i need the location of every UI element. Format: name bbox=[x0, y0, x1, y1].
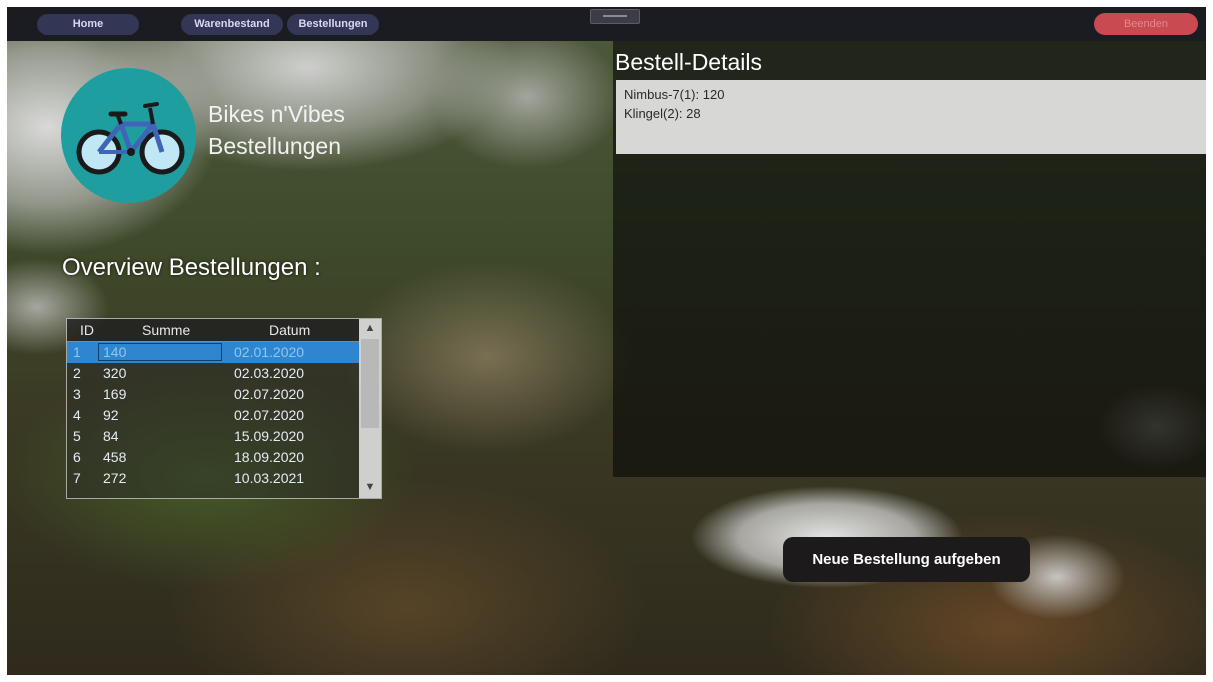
cell-id: 1 bbox=[73, 344, 81, 360]
details-list: Nimbus-7(1): 120 Klingel(2): 28 bbox=[616, 80, 1206, 154]
table-row[interactable]: 1 140 02.01.2020 bbox=[67, 342, 359, 363]
table-row[interactable]: 4 92 02.07.2020 bbox=[67, 405, 359, 426]
table-row[interactable]: 3 169 02.07.2020 bbox=[67, 384, 359, 405]
table-row[interactable]: 2 320 02.03.2020 bbox=[67, 363, 359, 384]
cell-datum: 18.09.2020 bbox=[234, 449, 305, 465]
scroll-up-icon[interactable]: ▲ bbox=[359, 319, 381, 337]
column-header-id[interactable]: ID bbox=[80, 322, 94, 338]
cell-summe: 84 bbox=[103, 428, 119, 444]
cell-id: 3 bbox=[73, 386, 81, 402]
cell-datum: 02.03.2020 bbox=[234, 365, 305, 381]
cell-id: 2 bbox=[73, 365, 81, 381]
column-header-datum[interactable]: Datum bbox=[269, 322, 310, 338]
cell-datum: 10.03.2021 bbox=[234, 470, 305, 486]
brand-subtitle: Bestellungen bbox=[208, 133, 341, 159]
details-title: Bestell-Details bbox=[615, 49, 762, 75]
table-header: ID Summe Datum bbox=[67, 319, 359, 342]
bestellungen-button[interactable]: Bestellungen bbox=[287, 14, 379, 35]
cell-datum: 02.07.2020 bbox=[234, 407, 305, 423]
bicycle-icon bbox=[61, 68, 196, 203]
table-row[interactable]: 7 272 10.03.2021 bbox=[67, 468, 359, 489]
cell-id: 4 bbox=[73, 407, 81, 423]
overview-heading: Overview Bestellungen : bbox=[62, 254, 321, 281]
table-scrollbar[interactable]: ▲ ▼ bbox=[359, 319, 381, 498]
cell-datum: 15.09.2020 bbox=[234, 428, 305, 444]
top-navigation-bar: Home Warenbestand Bestellungen Beenden bbox=[7, 7, 1206, 41]
table-body: 1 140 02.01.2020 2 320 02.03.2020 3 169 … bbox=[67, 342, 359, 498]
orders-table[interactable]: ID Summe Datum 1 140 02.01.2020 2 320 02… bbox=[66, 318, 382, 499]
home-button[interactable]: Home bbox=[37, 14, 139, 35]
scroll-down-icon[interactable]: ▼ bbox=[359, 478, 381, 496]
cell-datum: 02.07.2020 bbox=[234, 386, 305, 402]
brand-name: Bikes n'Vibes bbox=[208, 101, 345, 127]
new-order-button[interactable]: Neue Bestellung aufgeben bbox=[783, 537, 1030, 582]
scroll-thumb[interactable] bbox=[361, 339, 379, 428]
cell-summe: 458 bbox=[103, 449, 127, 465]
table-row[interactable]: 5 84 15.09.2020 bbox=[67, 426, 359, 447]
cell-summe: 320 bbox=[103, 365, 127, 381]
cell-summe: 92 bbox=[103, 407, 119, 423]
beenden-button[interactable]: Beenden bbox=[1094, 13, 1198, 35]
cell-summe: 140 bbox=[103, 344, 127, 360]
cell-datum: 02.01.2020 bbox=[234, 344, 305, 360]
cell-id: 7 bbox=[73, 470, 81, 486]
detail-item: Klingel(2): 28 bbox=[624, 106, 701, 121]
table-row[interactable]: 6 458 18.09.2020 bbox=[67, 447, 359, 468]
cell-id: 5 bbox=[73, 428, 81, 444]
detail-item: Nimbus-7(1): 120 bbox=[624, 87, 725, 102]
order-details-panel: Bestell-Details Nimbus-7(1): 120 Klingel… bbox=[613, 41, 1206, 477]
warenbestand-button[interactable]: Warenbestand bbox=[181, 14, 283, 35]
column-header-summe[interactable]: Summe bbox=[142, 322, 190, 338]
cell-id: 6 bbox=[73, 449, 81, 465]
app-window: Home Warenbestand Bestellungen Beenden B… bbox=[7, 7, 1206, 675]
window-drag-handle[interactable] bbox=[590, 9, 640, 24]
cell-summe: 169 bbox=[103, 386, 127, 402]
cell-summe: 272 bbox=[103, 470, 127, 486]
